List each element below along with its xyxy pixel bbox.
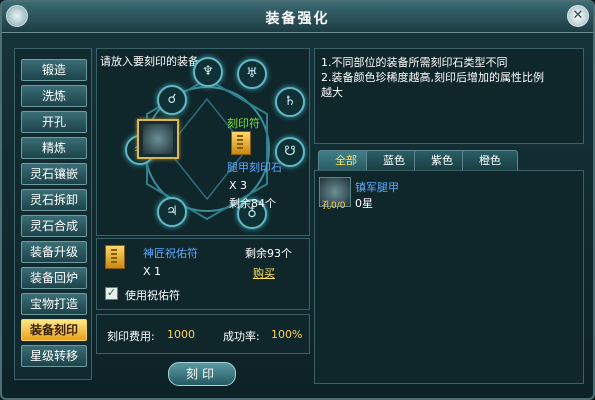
fee-value: 1000 [167, 328, 195, 341]
equipment-icon [143, 124, 173, 154]
close-icon: ✕ [572, 8, 584, 23]
engrave-stone-remaining: 剩余84个 [229, 197, 276, 210]
buy-link[interactable]: 购买 [253, 265, 275, 281]
use-blessing-label: 使用祝佑符 [125, 289, 180, 302]
sidebar-item-upgrade[interactable]: 装备升级 [21, 241, 87, 263]
sidebar-item-refine[interactable]: 精炼 [21, 137, 87, 159]
blessing-name: 神匠祝佑符 [143, 247, 198, 260]
sidebar-item-gem-remove[interactable]: 灵石拆卸 [21, 189, 87, 211]
engrave-stone-name: 腿甲刻印石 [227, 161, 282, 174]
sidebar-item-treasure-craft[interactable]: 宝物打造 [21, 293, 87, 315]
sidebar-item-refine-wash[interactable]: 洗炼 [21, 85, 87, 107]
blessing-remaining: 剩余93个 [245, 247, 292, 260]
blessing-scroll-icon[interactable] [105, 245, 125, 269]
list-item[interactable]: 孔0/0 镇军腿甲 0星 [315, 171, 583, 213]
equipment-enhance-window: 装备强化 ✕ 锻造 洗炼 开孔 精炼 灵石镶嵌 灵石拆卸 灵石合成 装备升级 装… [0, 0, 595, 400]
blessing-qty: X 1 [143, 265, 162, 278]
tab-orange[interactable]: 橙色 [462, 150, 518, 171]
use-blessing-checkbox[interactable]: ✓ [105, 287, 118, 300]
item-stars: 0星 [355, 197, 373, 210]
engrave-button[interactable]: 刻印 [168, 362, 236, 386]
description-text: 1.不同部位的装备所需刻印石类型不同 2.装备颜色珍稀度越高,刻印后增加的属性比… [321, 55, 544, 100]
item-list-panel: 孔0/0 镇军腿甲 0星 [314, 170, 584, 384]
sidebar-item-star-transfer[interactable]: 星级转移 [21, 345, 87, 367]
cost-panel: 刻印费用: 1000 成功率: 100% [96, 314, 310, 354]
rune-glyph-icon: ♃ [157, 197, 187, 227]
success-rate-value: 100% [271, 328, 303, 341]
engrave-stone-icon[interactable] [231, 131, 251, 155]
sidebar-item-recycle[interactable]: 装备回炉 [21, 267, 87, 289]
item-socket-count: 孔0/0 [322, 201, 346, 211]
description-line: 1.不同部位的装备所需刻印石类型不同 [321, 56, 508, 69]
equipment-slot[interactable] [137, 119, 179, 159]
sidebar-item-gem-inlay[interactable]: 灵石镶嵌 [21, 163, 87, 185]
item-name: 镇军腿甲 [355, 181, 399, 194]
sidebar: 锻造 洗炼 开孔 精炼 灵石镶嵌 灵石拆卸 灵石合成 装备升级 装备回炉 宝物打… [14, 48, 92, 380]
blessing-panel: 神匠祝佑符 剩余93个 X 1 购买 ✓ 使用祝佑符 [96, 238, 310, 310]
description-line: 越大 [321, 86, 343, 99]
item-icon: 孔0/0 [319, 177, 351, 211]
rune-glyph-icon: ♆ [193, 57, 223, 87]
rune-glyph-icon: ☌ [157, 85, 187, 115]
engrave-area: 请放入要刻印的装备 ♆ ♅ ☌ ♄ ♒ ☋ ♃ ♁ 刻印符 腿甲刻印石 X 3 … [96, 48, 310, 236]
rune-label: 刻印符 [227, 117, 260, 130]
sidebar-item-socket[interactable]: 开孔 [21, 111, 87, 133]
title-bar: 装备强化 ✕ [2, 2, 593, 33]
sidebar-item-engrave[interactable]: 装备刻印 [21, 319, 87, 341]
fee-label: 刻印费用: [107, 330, 155, 343]
sidebar-item-forge[interactable]: 锻造 [21, 59, 87, 81]
rune-glyph-icon: ♅ [237, 59, 267, 89]
sidebar-item-gem-combine[interactable]: 灵石合成 [21, 215, 87, 237]
engrave-stone-qty: X 3 [229, 179, 248, 192]
rune-glyph-icon: ♄ [275, 87, 305, 117]
close-button[interactable]: ✕ [567, 5, 589, 27]
window-title: 装备强化 [265, 11, 330, 27]
description-panel: 1.不同部位的装备所需刻印石类型不同 2.装备颜色珍稀度越高,刻印后增加的属性比… [314, 48, 584, 144]
description-line: 2.装备颜色珍稀度越高,刻印后增加的属性比例 [321, 71, 544, 84]
success-rate-label: 成功率: [223, 330, 260, 343]
